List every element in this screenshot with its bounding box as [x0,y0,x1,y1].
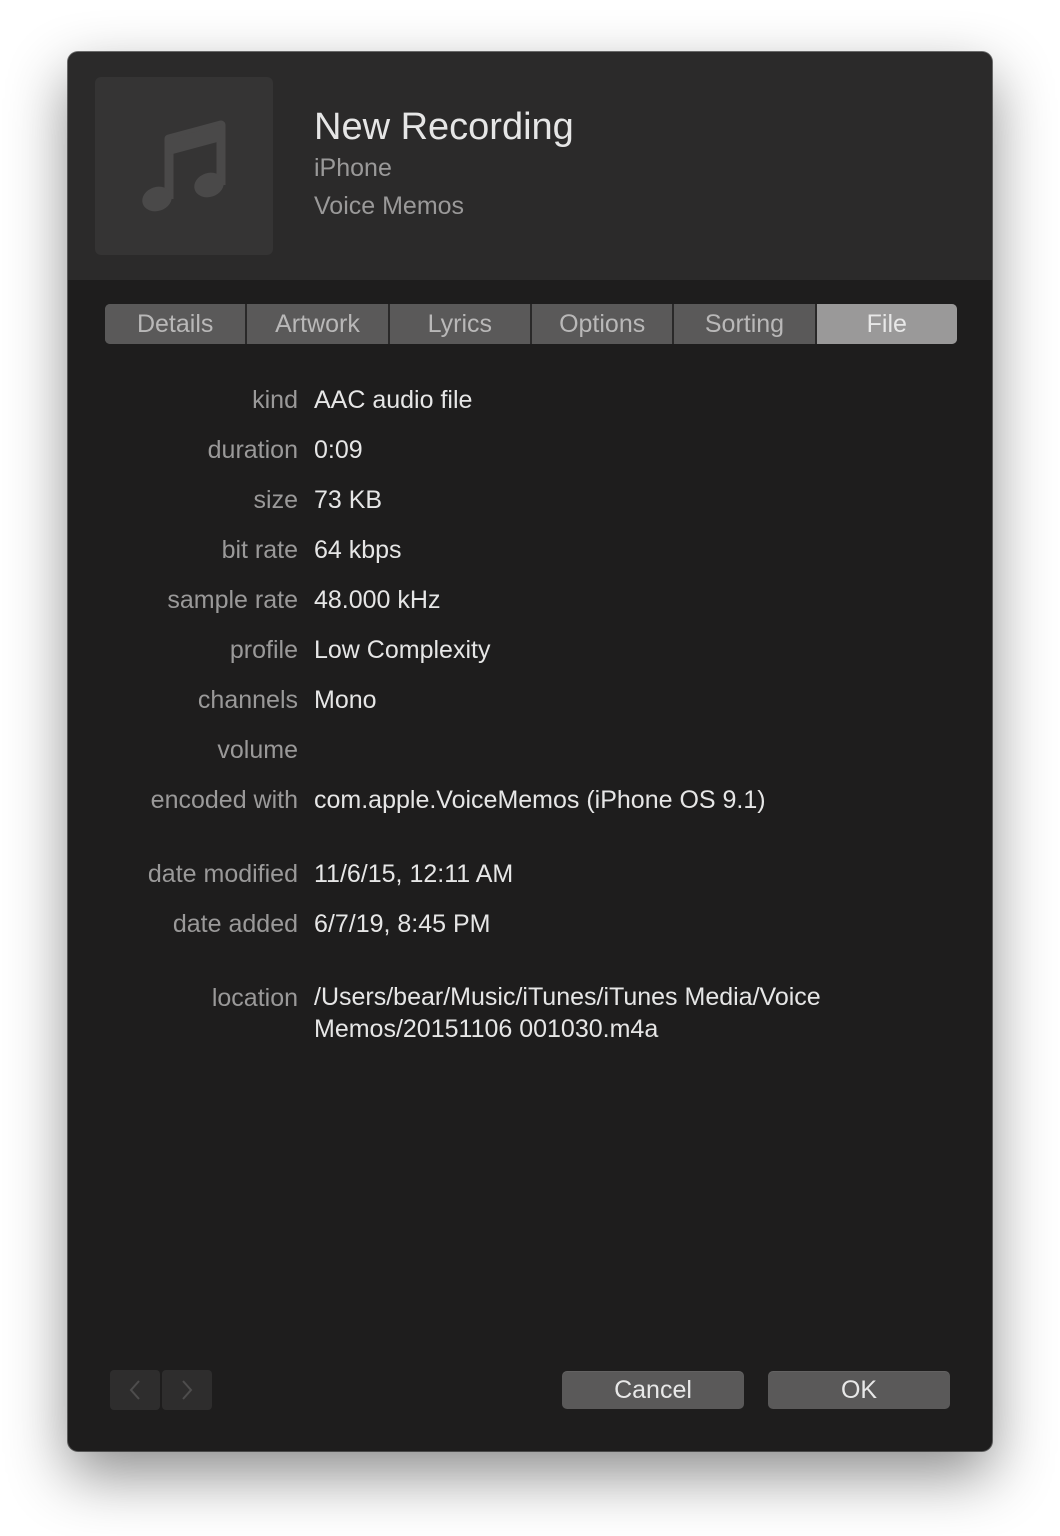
sample-rate-value: 48.000 kHz [314,586,441,614]
cancel-button[interactable]: Cancel [562,1371,744,1409]
profile-label: profile [229,636,298,664]
navigation-buttons [110,1370,212,1410]
profile-value: Low Complexity [314,636,491,664]
tab-artwork[interactable]: Artwork [247,304,390,344]
bit-rate-value: 64 kbps [314,536,402,564]
chevron-left-icon [129,1380,140,1400]
tab-details[interactable]: Details [105,304,248,344]
album-artwork[interactable] [95,77,273,255]
date-modified-value: 11/6/15, 12:11 AM [314,860,514,888]
get-info-dialog: New Recording iPhone Voice Memos Details… [68,52,992,1451]
duration-label: duration [207,436,298,464]
dialog-header: New Recording iPhone Voice Memos [68,52,992,280]
channels-value: Mono [314,686,377,714]
tab-options[interactable]: Options [531,304,675,344]
song-album: Voice Memos [314,192,465,220]
size-value: 73 KB [314,486,383,514]
volume-label: volume [217,736,298,764]
tab-sorting[interactable]: Sorting [674,304,817,344]
location-value: /Users/bear/Music/iTunes/iTunes Media/Vo… [314,983,821,1043]
encoded-with-label: encoded with [150,786,298,814]
size-label: size [253,486,298,514]
song-title: New Recording [314,106,574,148]
music-note-icon [142,120,226,212]
bit-rate-label: bit rate [221,536,298,564]
sample-rate-label: sample rate [167,586,298,614]
chevron-right-icon [182,1380,193,1400]
date-added-label: date added [172,910,298,938]
ok-button[interactable]: OK [768,1371,950,1409]
song-artist: iPhone [314,154,392,182]
location-label: location [211,984,298,1012]
tab-lyrics[interactable]: Lyrics [389,304,532,344]
next-button[interactable] [162,1370,212,1410]
date-modified-label: date modified [147,860,298,888]
date-added-value: 6/7/19, 8:45 PM [314,910,491,938]
kind-label: kind [252,386,298,414]
channels-label: channels [197,686,298,714]
duration-value: 0:09 [314,436,363,464]
kind-value: AAC audio file [314,386,473,414]
previous-button[interactable] [110,1370,160,1410]
tab-bar: Details Artwork Lyrics Options Sorting F… [105,304,957,344]
encoded-with-value: com.apple.VoiceMemos (iPhone OS 9.1) [314,786,766,814]
tab-file[interactable]: File [816,304,957,344]
